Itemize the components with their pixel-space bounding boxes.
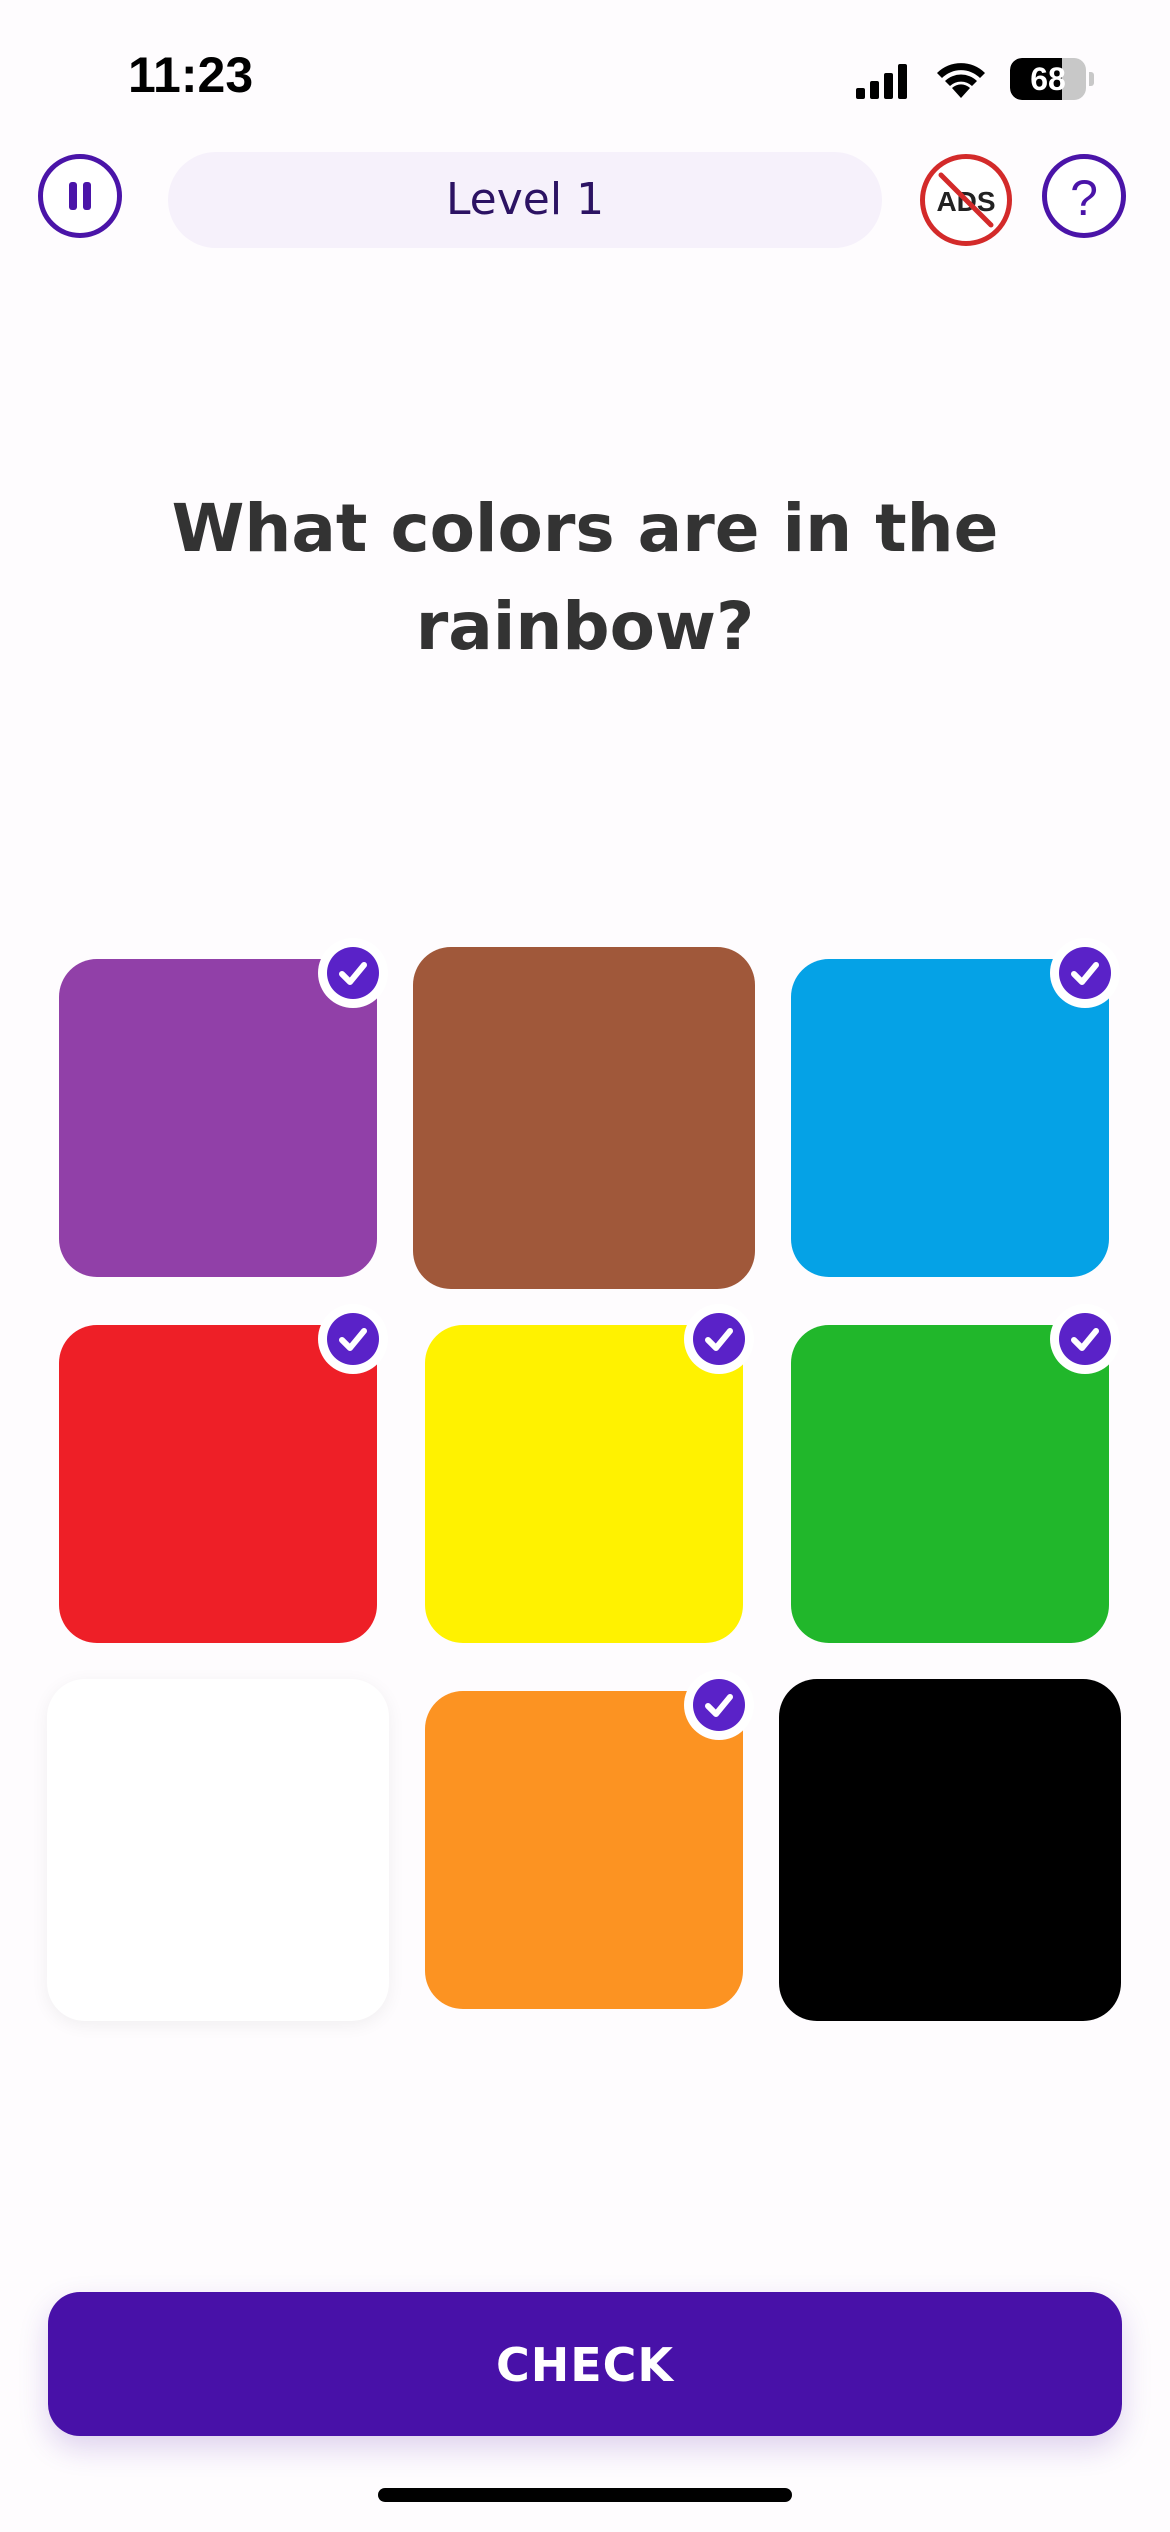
pause-icon <box>69 182 91 210</box>
check-icon <box>684 1670 754 1740</box>
level-indicator: Level 1 <box>168 152 882 248</box>
color-tile-purple[interactable] <box>59 959 377 1277</box>
check-icon <box>1050 1304 1120 1374</box>
color-tile-yellow[interactable] <box>425 1325 743 1643</box>
status-icons: 68 <box>854 56 1094 102</box>
battery-icon: 68 <box>1010 58 1094 100</box>
question-mark-icon: ? <box>1070 170 1098 226</box>
color-tile-black[interactable] <box>779 1679 1121 2021</box>
color-tile-red[interactable] <box>59 1325 377 1643</box>
cellular-signal-icon <box>856 64 907 99</box>
battery-level: 68 <box>1030 61 1066 97</box>
check-icon <box>318 938 388 1008</box>
color-tile-orange[interactable] <box>425 1691 743 2009</box>
no-ads-icon: ADS <box>936 172 996 228</box>
no-ads-button[interactable]: ADS <box>920 154 1012 246</box>
wifi-icon <box>937 63 985 98</box>
check-icon <box>684 1304 754 1374</box>
check-button[interactable]: CHECK <box>48 2292 1122 2436</box>
color-tile-brown[interactable] <box>413 947 755 1289</box>
question-text: What colors are in the rainbow? <box>171 490 999 665</box>
check-icon <box>1050 938 1120 1008</box>
help-button[interactable]: ? <box>1042 154 1126 238</box>
pause-button[interactable] <box>38 154 122 238</box>
color-tile-green[interactable] <box>791 1325 1109 1643</box>
check-icon <box>318 1304 388 1374</box>
color-tile-blue[interactable] <box>791 959 1109 1277</box>
color-tile-white[interactable] <box>47 1679 389 2021</box>
status-time: 11:23 <box>128 47 254 103</box>
status-bar: 11:23 68 <box>0 0 1170 150</box>
home-indicator <box>378 2488 792 2502</box>
